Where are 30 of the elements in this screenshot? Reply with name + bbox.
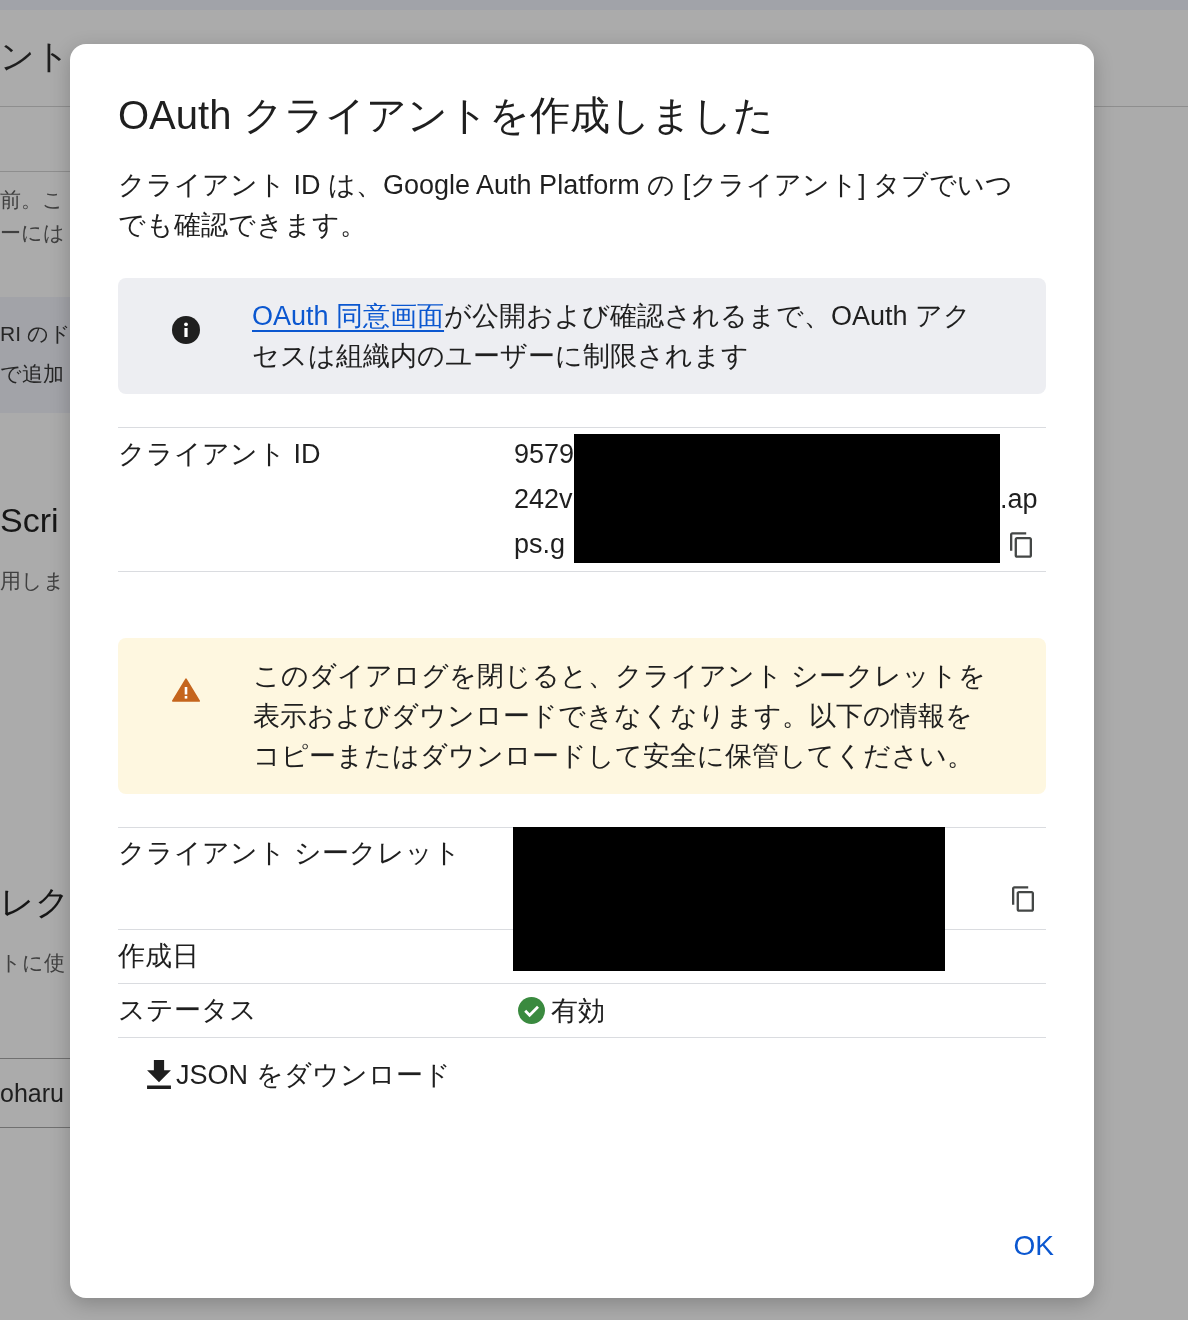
section-heading: Scri [0, 500, 60, 541]
client-id-text: 242v [514, 483, 574, 516]
download-json-button[interactable]: JSON をダウンロード [135, 1050, 463, 1099]
page-title: ント [0, 36, 68, 76]
field-value: oharu [0, 1078, 65, 1109]
client-id-text: .ap [1000, 483, 1038, 516]
copy-icon[interactable] [1010, 531, 1032, 558]
status-text: 有効 [551, 994, 605, 1028]
section-heading: レク [0, 882, 70, 923]
consent-screen-link[interactable]: OAuth 同意画面 [252, 301, 445, 331]
help-text: 前。こ [0, 187, 65, 213]
download-icon [147, 1060, 171, 1089]
warning-message: このダイアログを閉じると、クライアント シークレットを表示およびダウンロードできなくなります。以下の情報をコピーまたはダウンロードして安全に保管してください。 [253, 660, 987, 773]
copy-icon[interactable] [1012, 886, 1034, 912]
ok-button[interactable]: OK [1001, 1222, 1066, 1270]
client-id-text: 9579 [514, 438, 574, 471]
panel-text: RI のド [0, 321, 70, 347]
client-id-text: ps.g [514, 528, 567, 561]
info-icon [172, 316, 200, 344]
field-label: クライアント ID [118, 438, 322, 471]
warning-icon [172, 678, 200, 702]
help-text: ーには [0, 220, 66, 246]
dialog-title: OAuth クライアントを作成しました [118, 92, 775, 139]
description-text: クライアント ID は、Google Auth Platform の [クライアント] タブでいつでも確認できます。 [118, 169, 1015, 242]
info-message: OAuth 同意画面が公開および確認されるまで、OAuth アクセスは組織内のユーザーに制限されます [252, 300, 973, 373]
field-label: 作成日 [118, 929, 513, 983]
field-label: ステータス [118, 983, 513, 1038]
help-text: 用しま [0, 568, 66, 594]
panel-text: で追加 [0, 361, 65, 387]
help-text: トに使 [0, 950, 66, 976]
